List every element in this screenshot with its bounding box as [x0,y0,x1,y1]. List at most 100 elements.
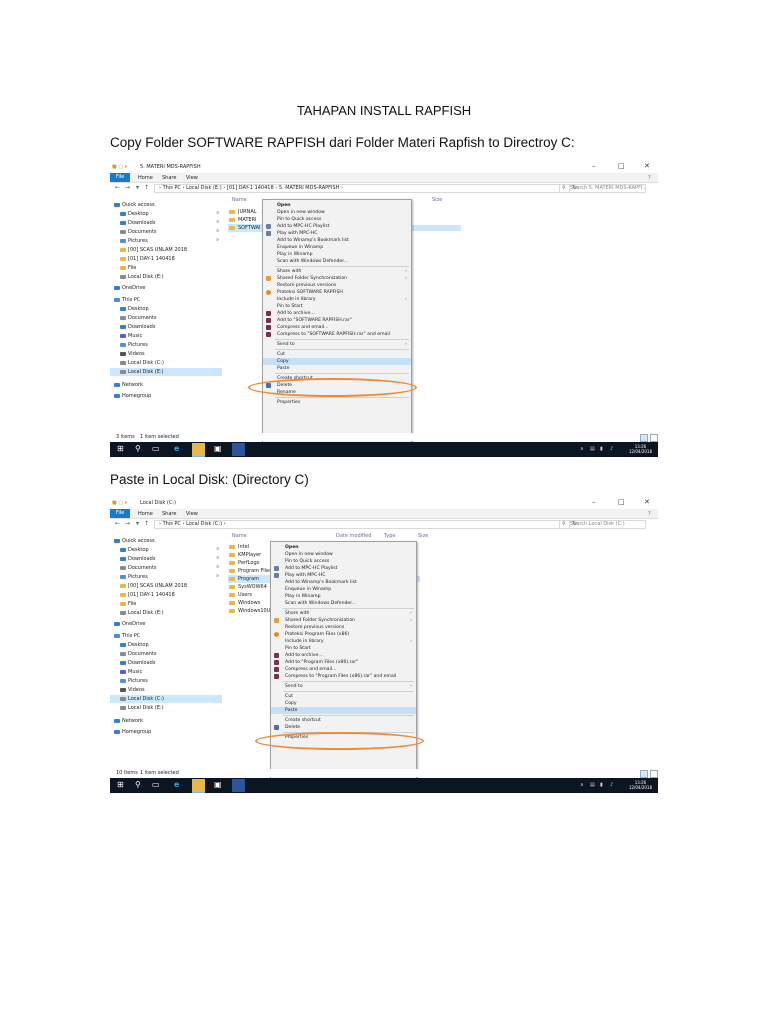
menu-item[interactable]: Restore previous versions [263,282,411,289]
tab-home[interactable]: Home [138,511,153,517]
file-list-item[interactable]: Windows [228,599,272,607]
volume-icon[interactable]: ♪ [610,782,613,788]
search-input[interactable]: Search 5. MATERI MDS-RAPFI... ⚲ [559,184,646,193]
volume-icon[interactable]: ♪ [610,446,613,452]
sidebar-item[interactable]: Quick access [110,537,222,545]
menu-item[interactable]: Add to "SOFTWARE RAPFISH.rar" [263,317,411,324]
sidebar-item[interactable]: This PC [110,296,222,304]
column-header-size[interactable]: Size [432,197,442,203]
word-icon[interactable] [232,443,245,456]
tab-view[interactable]: View [186,511,198,517]
sidebar-item[interactable]: Documents [110,228,222,236]
menu-item[interactable]: Send to › [263,341,411,348]
menu-item[interactable]: Paste [271,707,416,714]
menu-item[interactable]: Add to MPC-HC Playlist [271,565,416,572]
menu-item[interactable]: Shared Folder Synchronization › [263,275,411,282]
menu-item[interactable]: Play in Winamp [263,251,411,258]
sidebar-item[interactable]: Pictures [110,677,222,685]
menu-item[interactable]: Pin to Quick access [271,558,416,565]
word-icon[interactable] [232,779,245,792]
up-arrow-icon[interactable]: ↑ [144,184,149,191]
file-list-item[interactable]: PerfLogs [228,559,272,567]
back-arrow-icon[interactable]: ← [115,184,120,191]
network-icon[interactable]: ▤ [590,446,595,452]
tab-file[interactable]: File [110,173,130,182]
sidebar-item[interactable]: File [110,600,222,608]
sidebar-item[interactable]: Pictures [110,573,222,581]
edge-icon[interactable]: e [174,444,179,453]
maximize-icon[interactable]: □ [618,498,625,506]
battery-icon[interactable]: ▮ [600,446,603,452]
sidebar-item[interactable]: Quick access [110,201,222,209]
menu-item[interactable]: Open [271,544,416,551]
address-breadcrumb[interactable]: › This PC › Local Disk (C:) › [154,520,570,529]
sidebar-item[interactable]: Local Disk (C:) [110,359,222,367]
menu-item[interactable]: Pin to Quick access [263,216,411,223]
sidebar-item[interactable]: Local Disk (E:) [110,273,222,281]
sidebar-item[interactable]: Pictures [110,341,222,349]
sidebar-item[interactable]: [00] SCAS UNLAM 2018 [110,246,222,254]
menu-item[interactable]: Copy [271,700,416,707]
menu-item[interactable]: Compress and email... [263,324,411,331]
menu-item[interactable]: Open [263,202,411,209]
maximize-icon[interactable]: □ [618,162,625,170]
menu-item[interactable]: Add to Winamp's Bookmark list [271,579,416,586]
search-input[interactable]: Search Local Disk (C:) ⚲ [559,520,646,529]
close-icon[interactable]: ✕ [644,162,650,170]
tab-share[interactable]: Share [162,175,176,181]
menu-item[interactable]: Compress and email... [271,666,416,673]
sidebar-item[interactable]: Downloads [110,323,222,331]
sidebar-item[interactable]: Videos [110,686,222,694]
close-icon[interactable]: ✕ [644,498,650,506]
details-view-icon[interactable] [640,434,648,442]
file-list-item[interactable]: Program Files [228,567,272,575]
menu-item[interactable]: Compress to "Program Files (x86).rar" an… [271,673,416,680]
network-icon[interactable]: ▤ [590,782,595,788]
back-arrow-icon[interactable]: ← [115,520,120,527]
sidebar-item[interactable]: Desktop [110,210,222,218]
sidebar-item[interactable]: Documents [110,564,222,572]
sidebar-item[interactable]: Music [110,332,222,340]
sidebar-item[interactable]: Network [110,717,222,725]
sidebar-item[interactable]: [00] SCAS UNLAM 2018 [110,582,222,590]
menu-item[interactable]: Share with › [263,268,411,275]
help-icon[interactable]: ? [648,175,651,181]
menu-item[interactable]: Compress to "SOFTWARE RAPFISH.rar" and e… [263,331,411,338]
battery-icon[interactable]: ▮ [600,782,603,788]
sidebar-item[interactable]: Documents [110,650,222,658]
menu-item[interactable]: Create shortcut [271,717,416,724]
file-explorer-icon[interactable] [192,779,205,793]
recent-locations-icon[interactable]: ▾ [136,520,139,527]
task-view-icon[interactable]: ▭ [152,444,160,453]
minimize-icon[interactable]: – [592,162,596,170]
sidebar-item[interactable]: Desktop [110,305,222,313]
sidebar-item[interactable]: Local Disk (E:) [110,368,222,376]
menu-item[interactable]: Shared Folder Synchronization › [271,617,416,624]
menu-item[interactable]: Play with MPC-HC [263,230,411,237]
menu-item[interactable]: Include in library › [271,638,416,645]
store-icon[interactable]: ▣ [214,780,222,789]
recent-locations-icon[interactable]: ▾ [136,184,139,191]
system-clock[interactable]: 13:26 12/04/2018 [629,444,652,454]
menu-item[interactable]: Scan with Windows Defender... [271,600,416,607]
tab-home[interactable]: Home [138,175,153,181]
menu-item[interactable]: Open in new window [263,209,411,216]
sidebar-item[interactable]: OneDrive [110,284,222,292]
sidebar-item[interactable]: Desktop [110,546,222,554]
sidebar-item[interactable]: Local Disk (E:) [110,704,222,712]
store-icon[interactable]: ▣ [214,444,222,453]
show-hidden-icons-icon[interactable]: ∧ [580,446,584,452]
sidebar-item[interactable]: Videos [110,350,222,358]
menu-item[interactable]: Properties [263,399,411,406]
menu-item[interactable]: Play in Winamp [271,593,416,600]
task-view-icon[interactable]: ▭ [152,780,160,789]
sidebar-item[interactable]: Local Disk (C:) [110,695,222,703]
up-arrow-icon[interactable]: ↑ [144,520,149,527]
show-hidden-icons-icon[interactable]: ∧ [580,782,584,788]
file-explorer-icon[interactable] [192,443,205,457]
menu-item[interactable]: Scan with Windows Defender... [263,258,411,265]
forward-arrow-icon[interactable]: → [125,184,130,191]
menu-item[interactable]: Enqueue in Winamp [263,244,411,251]
menu-item[interactable]: Add to MPC-HC Playlist [263,223,411,230]
menu-item[interactable]: Proteksi Program Files (x86) [271,631,416,638]
